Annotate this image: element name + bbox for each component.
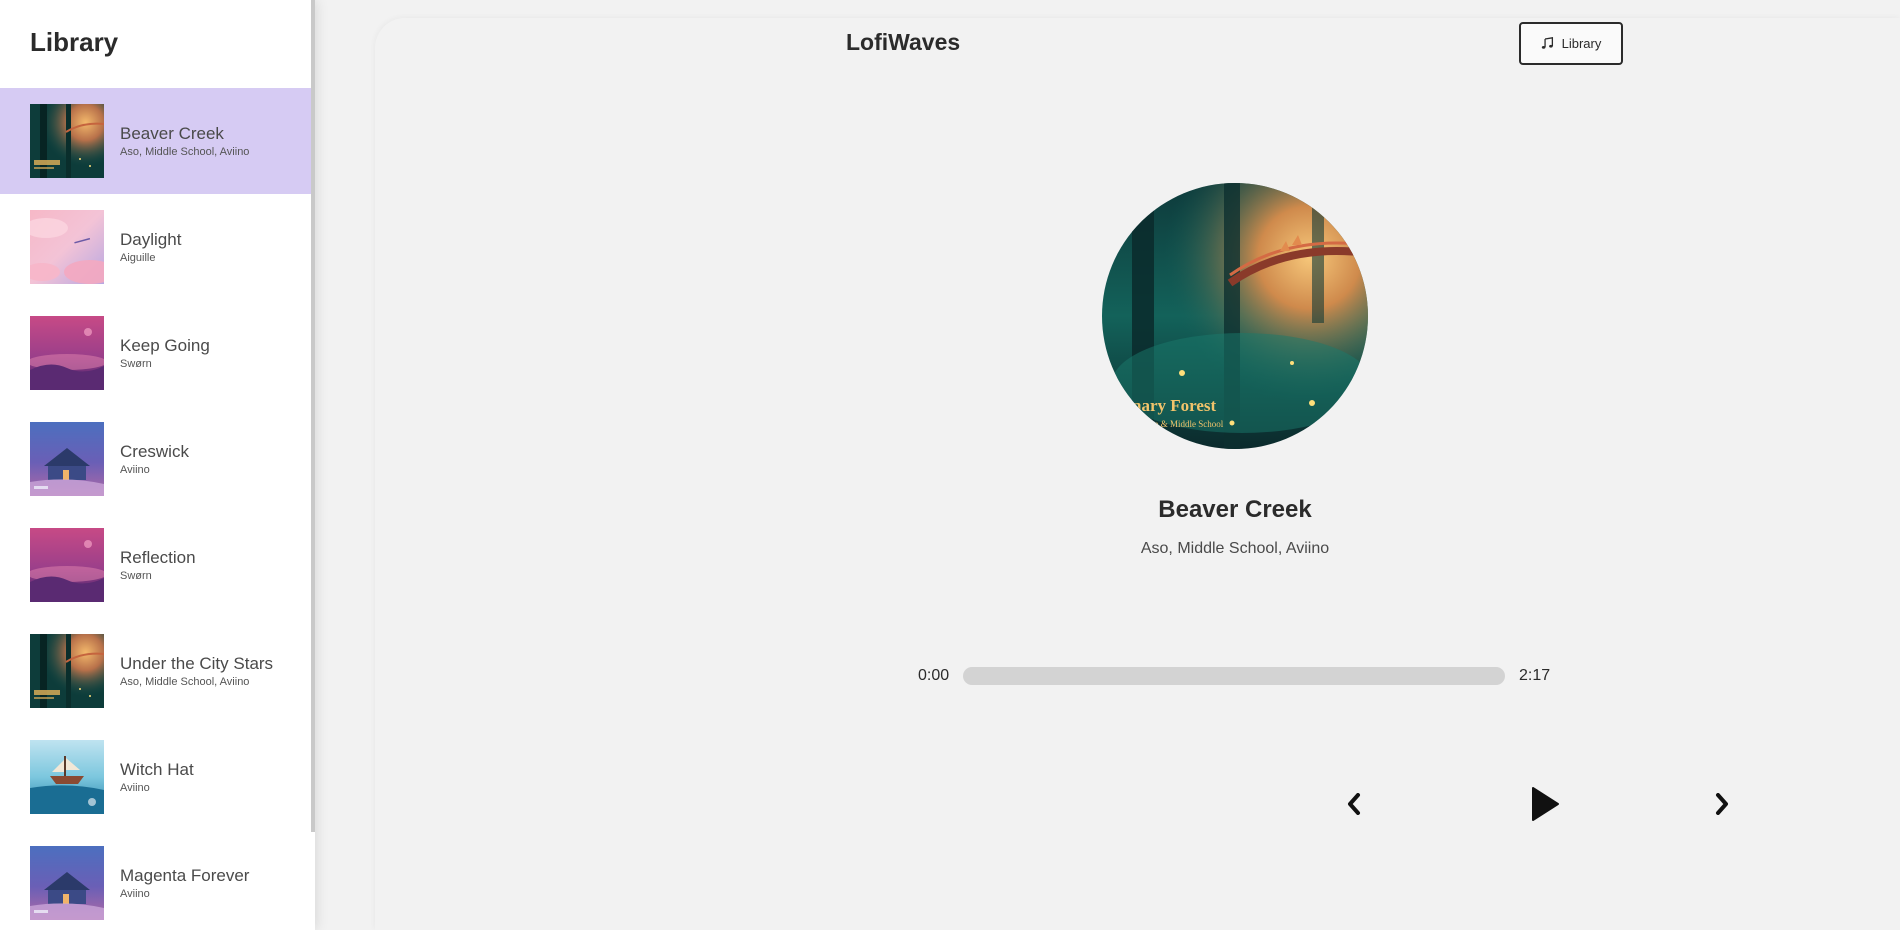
song-text: Beaver Creek Aso, Middle School, Aviino <box>120 124 249 159</box>
song-title: Magenta Forever <box>120 865 250 885</box>
song-text: Keep Going Swørn <box>120 336 210 371</box>
song-list: Beaver Creek Aso, Middle School, Aviino … <box>0 88 311 930</box>
song-title: Beaver Creek <box>120 123 224 143</box>
song-artist: Aso, Middle School, Aviino <box>120 145 250 158</box>
player-panel <box>375 18 1900 930</box>
song-title: Daylight <box>120 229 182 249</box>
song-text: Witch Hat Aviino <box>120 760 194 795</box>
album-art-thumbnail <box>30 210 104 284</box>
total-time: 2:17 <box>1519 667 1551 684</box>
previous-track-button[interactable] <box>1342 790 1366 822</box>
play-icon <box>1530 786 1560 827</box>
album-art-thumbnail <box>30 104 104 178</box>
album-art-thumbnail <box>30 740 104 814</box>
song-item-under-the-city-stars[interactable]: Under the City Stars Aso, Middle School,… <box>0 618 311 724</box>
song-text: Under the City Stars Aso, Middle School,… <box>120 654 273 689</box>
song-item-beaver-creek[interactable]: Beaver Creek Aso, Middle School, Aviino <box>0 88 311 194</box>
song-item-reflection[interactable]: Reflection Swørn <box>0 512 311 618</box>
song-item-witch-hat[interactable]: Witch Hat Aviino <box>0 724 311 830</box>
song-title: Witch Hat <box>120 759 194 779</box>
song-artist: Swørn <box>120 357 152 370</box>
song-text: Creswick Aviino <box>120 442 189 477</box>
cover-caption-title: nary Forest <box>1132 396 1217 415</box>
app-title: LofiWaves <box>846 29 961 55</box>
now-playing-title: Beaver Creek <box>1158 496 1312 523</box>
player-main: LofiWaves Library nary Forest Aiino & Mi… <box>315 0 1900 930</box>
song-title: Reflection <box>120 547 196 567</box>
song-item-daylight[interactable]: Daylight Aiguille <box>0 194 311 300</box>
progress-slider[interactable] <box>963 667 1505 685</box>
song-artist: Aiguille <box>120 251 156 264</box>
song-artist: Aviino <box>120 887 150 900</box>
play-button[interactable] <box>1527 785 1563 827</box>
album-art-thumbnail <box>30 846 104 920</box>
song-text: Magenta Forever Aviino <box>120 866 249 901</box>
album-art-thumbnail <box>30 316 104 390</box>
music-note-icon <box>1541 37 1554 50</box>
song-title: Keep Going <box>120 335 210 355</box>
album-art-thumbnail <box>30 528 104 602</box>
song-text: Reflection Swørn <box>120 548 196 583</box>
next-track-button[interactable] <box>1710 790 1734 822</box>
song-artist: Aviino <box>120 781 150 794</box>
song-artist: Swørn <box>120 569 152 582</box>
now-playing-artist: Aso, Middle School, Aviino <box>1140 540 1330 557</box>
song-title: Under the City Stars <box>120 653 274 673</box>
song-title: Creswick <box>120 441 189 461</box>
library-sidebar: Library Beaver Creek Aso, Middle School,… <box>0 0 315 930</box>
chevron-right-icon <box>1715 792 1729 820</box>
library-button-label: Library <box>1561 36 1602 51</box>
song-artist: Aviino <box>120 463 150 476</box>
album-art-thumbnail <box>30 634 104 708</box>
song-artist: Aso, Middle School, Aviino <box>120 675 250 688</box>
album-art-thumbnail <box>30 422 104 496</box>
library-toggle-button[interactable]: Library <box>1519 22 1623 65</box>
chevron-left-icon <box>1347 792 1361 820</box>
sidebar-scrollbar[interactable] <box>311 0 315 832</box>
sidebar-title: Library <box>30 27 119 57</box>
now-playing-cover-art: nary Forest Aiino & Middle School <box>1102 183 1368 449</box>
song-text: Daylight Aiguille <box>120 230 181 265</box>
song-item-keep-going[interactable]: Keep Going Swørn <box>0 300 311 406</box>
current-time: 0:00 <box>918 667 950 684</box>
song-item-magenta-forever[interactable]: Magenta Forever Aviino <box>0 830 311 930</box>
song-item-creswick[interactable]: Creswick Aviino <box>0 406 311 512</box>
